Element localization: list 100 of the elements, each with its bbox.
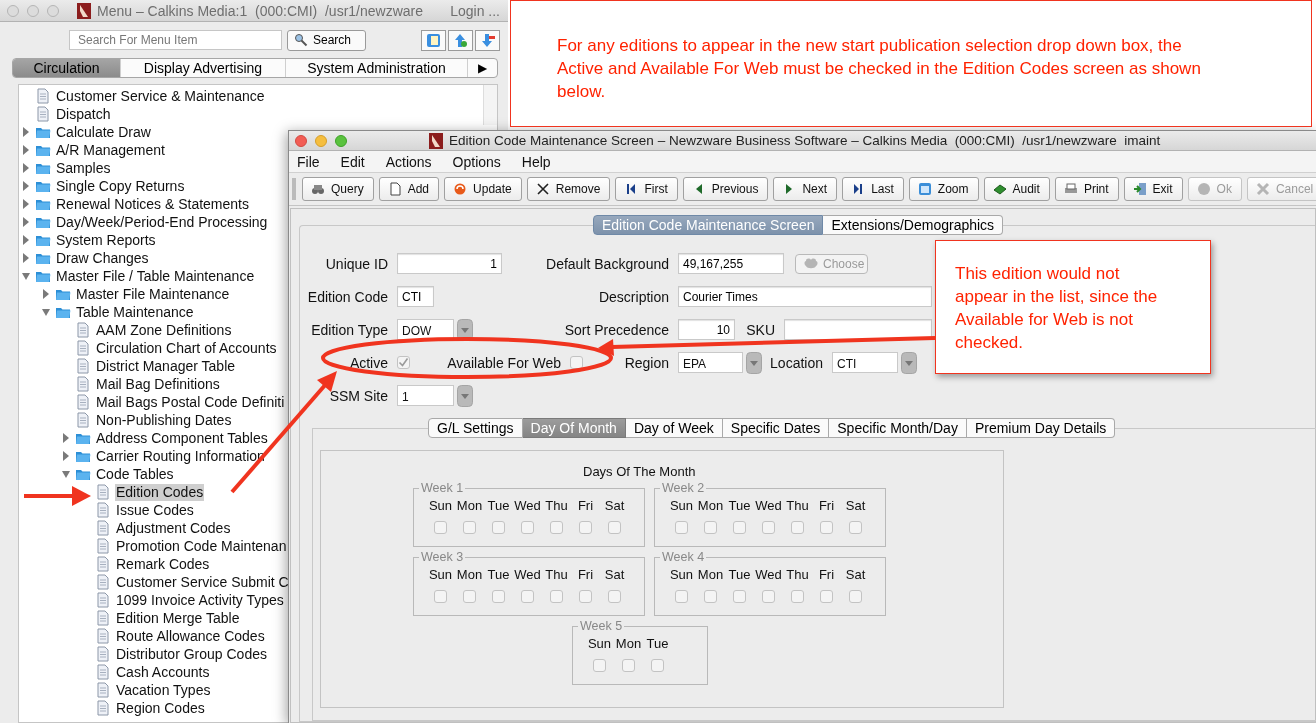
search-field[interactable]: Search For Menu Item bbox=[69, 30, 282, 50]
toolbar-button[interactable]: Next bbox=[773, 177, 838, 201]
toolbar-button[interactable]: Update bbox=[444, 177, 522, 201]
tab[interactable]: Extensions/Demographics bbox=[823, 215, 1004, 235]
toolbar-button[interactable]: Zoom bbox=[908, 177, 979, 201]
tab-scroll-button[interactable]: ▶ bbox=[468, 59, 497, 77]
checkbox[interactable] bbox=[593, 659, 606, 672]
window-button[interactable] bbox=[47, 4, 59, 17]
tree-item[interactable]: A/R Management bbox=[55, 141, 166, 159]
tree-item[interactable]: District Manager Table bbox=[95, 357, 237, 375]
checkbox[interactable] bbox=[608, 521, 621, 534]
checkbox[interactable] bbox=[622, 659, 635, 672]
window-button[interactable] bbox=[7, 4, 19, 17]
toolbar-button[interactable]: Audit bbox=[983, 177, 1050, 201]
checkbox[interactable] bbox=[570, 356, 583, 369]
checkbox[interactable] bbox=[579, 590, 592, 603]
tree-item[interactable]: Mail Bag Definitions bbox=[95, 375, 221, 393]
tree-item[interactable]: Circulation Chart of Accounts bbox=[95, 339, 278, 357]
checkbox[interactable] bbox=[849, 521, 862, 534]
tree-item[interactable]: Customer Service & Maintenance bbox=[55, 87, 266, 105]
tree-item[interactable]: Edition Codes bbox=[115, 483, 205, 501]
checkbox[interactable] bbox=[608, 590, 621, 603]
tree-item[interactable]: Route Allowance Codes bbox=[115, 627, 266, 645]
tree-item[interactable]: Mail Bags Postal Code Definiti bbox=[95, 393, 286, 411]
input-field[interactable]: 10 bbox=[678, 319, 735, 340]
tab[interactable]: Display Advertising bbox=[121, 59, 286, 77]
checkbox[interactable] bbox=[762, 590, 775, 603]
tree-item[interactable]: System Reports bbox=[55, 231, 157, 249]
tab[interactable]: Circulation bbox=[13, 59, 121, 77]
tree-item[interactable]: Region Codes bbox=[115, 699, 206, 717]
tree-item[interactable]: Calculate Draw bbox=[55, 123, 152, 141]
toolbar-button[interactable]: Previous bbox=[682, 177, 769, 201]
checkbox[interactable] bbox=[492, 521, 505, 534]
input-field[interactable]: 1 bbox=[397, 253, 502, 274]
tree-item[interactable]: Cash Accounts bbox=[115, 663, 211, 681]
tree-item[interactable]: Adjustment Codes bbox=[115, 519, 232, 537]
toolbar-button[interactable]: Remove bbox=[526, 177, 611, 201]
tree-item[interactable]: Table Maintenance bbox=[75, 303, 195, 321]
tab[interactable]: Premium Day Details bbox=[966, 418, 1116, 438]
tree-item[interactable]: Non-Publishing Dates bbox=[95, 411, 233, 429]
checkbox[interactable] bbox=[550, 590, 563, 603]
checkbox[interactable] bbox=[791, 521, 804, 534]
checkbox[interactable] bbox=[704, 521, 717, 534]
tree-item[interactable]: AAM Zone Definitions bbox=[95, 321, 233, 339]
tree-item[interactable]: Address Component Tables bbox=[95, 429, 269, 447]
checkbox[interactable] bbox=[521, 590, 534, 603]
toolbar-button[interactable] bbox=[421, 29, 446, 51]
checkbox[interactable] bbox=[849, 590, 862, 603]
checkbox[interactable] bbox=[434, 590, 447, 603]
input-field[interactable]: Courier Times bbox=[678, 286, 932, 307]
tree-item[interactable]: Distributor Group Codes bbox=[115, 645, 268, 663]
checkbox[interactable] bbox=[492, 590, 505, 603]
toolbar-button[interactable] bbox=[448, 29, 473, 51]
checkbox[interactable] bbox=[651, 659, 664, 672]
checkbox[interactable] bbox=[463, 521, 476, 534]
checkbox[interactable] bbox=[550, 521, 563, 534]
collapse-arrow-icon[interactable] bbox=[19, 271, 33, 281]
menu-item[interactable]: File bbox=[297, 153, 333, 170]
input-field[interactable]: 49,167,255 bbox=[678, 253, 784, 274]
scrollbar[interactable] bbox=[483, 85, 497, 125]
tree-item[interactable]: Renewal Notices & Statements bbox=[55, 195, 250, 213]
checkbox[interactable] bbox=[733, 521, 746, 534]
input-field[interactable]: CTI bbox=[397, 286, 434, 307]
toolbar-button[interactable]: Query bbox=[302, 177, 374, 201]
toolbar-grip[interactable] bbox=[292, 178, 296, 200]
toolbar-button[interactable] bbox=[475, 29, 500, 51]
tab[interactable]: G/L Settings bbox=[428, 418, 523, 438]
checkbox[interactable] bbox=[704, 590, 717, 603]
tree-item[interactable]: Samples bbox=[55, 159, 112, 177]
tree-item[interactable]: Master File / Table Maintenance bbox=[55, 267, 256, 285]
toolbar-button[interactable]: Print bbox=[1054, 177, 1119, 201]
zoom-button[interactable] bbox=[335, 134, 347, 147]
tree-item[interactable]: Code Tables bbox=[95, 465, 175, 483]
tree-item[interactable]: Dispatch bbox=[55, 105, 112, 123]
tree-item[interactable]: Master File Maintenance bbox=[75, 285, 231, 303]
checkbox[interactable] bbox=[579, 521, 592, 534]
tab[interactable]: Specific Dates bbox=[722, 418, 830, 438]
menu-item[interactable]: Options bbox=[452, 153, 514, 170]
close-button[interactable] bbox=[295, 134, 307, 147]
tree-item[interactable]: Single Copy Returns bbox=[55, 177, 186, 195]
toolbar-button[interactable]: First bbox=[615, 177, 678, 201]
toolbar-button[interactable]: Add bbox=[378, 177, 440, 201]
checkbox[interactable] bbox=[820, 521, 833, 534]
checkbox[interactable] bbox=[463, 590, 476, 603]
checkbox[interactable] bbox=[675, 521, 688, 534]
minimize-button[interactable] bbox=[315, 134, 327, 147]
tab[interactable]: Day of Week bbox=[625, 418, 723, 438]
checkbox[interactable] bbox=[762, 521, 775, 534]
tree-item[interactable]: Day/Week/Period-End Processing bbox=[55, 213, 269, 231]
checkbox[interactable] bbox=[397, 356, 410, 369]
tree-item[interactable]: Vacation Types bbox=[115, 681, 212, 699]
tree-item[interactable]: 1099 Invoice Activity Types bbox=[115, 591, 285, 609]
tree-item[interactable]: Customer Service Submit C bbox=[115, 573, 290, 591]
checkbox[interactable] bbox=[791, 590, 804, 603]
collapse-arrow-icon[interactable] bbox=[59, 469, 73, 479]
tree-item[interactable]: Promotion Code Maintenan bbox=[115, 537, 288, 555]
checkbox[interactable] bbox=[820, 590, 833, 603]
tree-item[interactable]: Draw Changes bbox=[55, 249, 150, 267]
collapse-arrow-icon[interactable] bbox=[39, 307, 53, 317]
search-button[interactable]: Search bbox=[287, 29, 366, 51]
